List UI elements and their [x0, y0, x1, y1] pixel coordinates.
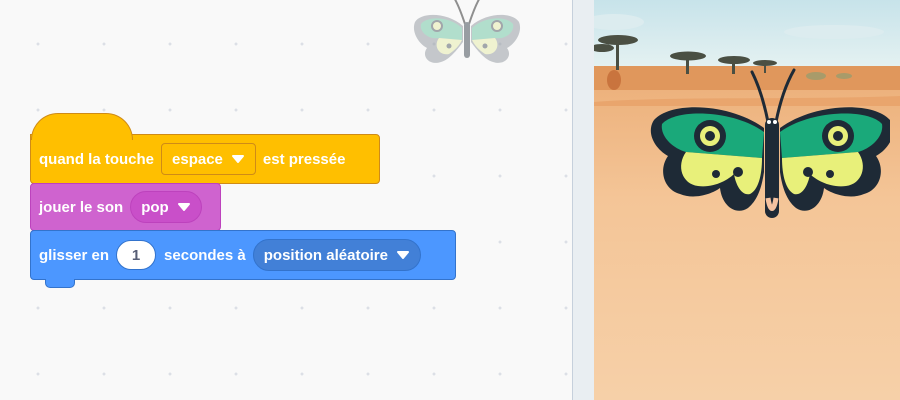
code-area-scrollbar[interactable] — [572, 0, 594, 400]
seconds-input[interactable]: 1 — [116, 240, 157, 270]
when-key-pressed-block[interactable]: quand la touche espace est pressée — [30, 113, 380, 192]
sound-value: pop — [141, 198, 169, 216]
target-dropdown[interactable]: position aléatoire — [252, 239, 421, 271]
butterfly-icon — [413, 0, 521, 63]
play-sound-block[interactable]: jouer le son pop — [30, 183, 221, 239]
sound-label: jouer le son — [39, 198, 124, 216]
glide-to-block[interactable]: glisser en 1 secondes à position aléatoi… — [30, 230, 456, 288]
chevron-down-icon — [396, 251, 409, 259]
block-notch — [45, 279, 75, 288]
stage[interactable] — [594, 0, 900, 400]
sound-dropdown[interactable]: pop — [130, 191, 202, 223]
butterfly-icon — [650, 68, 890, 218]
event-label-after: est pressée — [262, 150, 346, 168]
script-stack[interactable]: quand la touche espace est pressée jouer… — [30, 113, 456, 288]
code-area[interactable]: quand la touche espace est pressée jouer… — [0, 0, 572, 400]
event-label-before: quand la touche — [39, 150, 155, 168]
target-value: position aléatoire — [263, 246, 388, 264]
key-value: espace — [172, 150, 223, 168]
chevron-down-icon — [231, 155, 244, 163]
motion-label-middle: secondes à — [164, 246, 246, 264]
hat-cap — [31, 113, 133, 140]
motion-label-before: glisser en — [39, 246, 110, 264]
key-dropdown[interactable]: espace — [161, 143, 256, 175]
chevron-down-icon — [177, 203, 190, 211]
